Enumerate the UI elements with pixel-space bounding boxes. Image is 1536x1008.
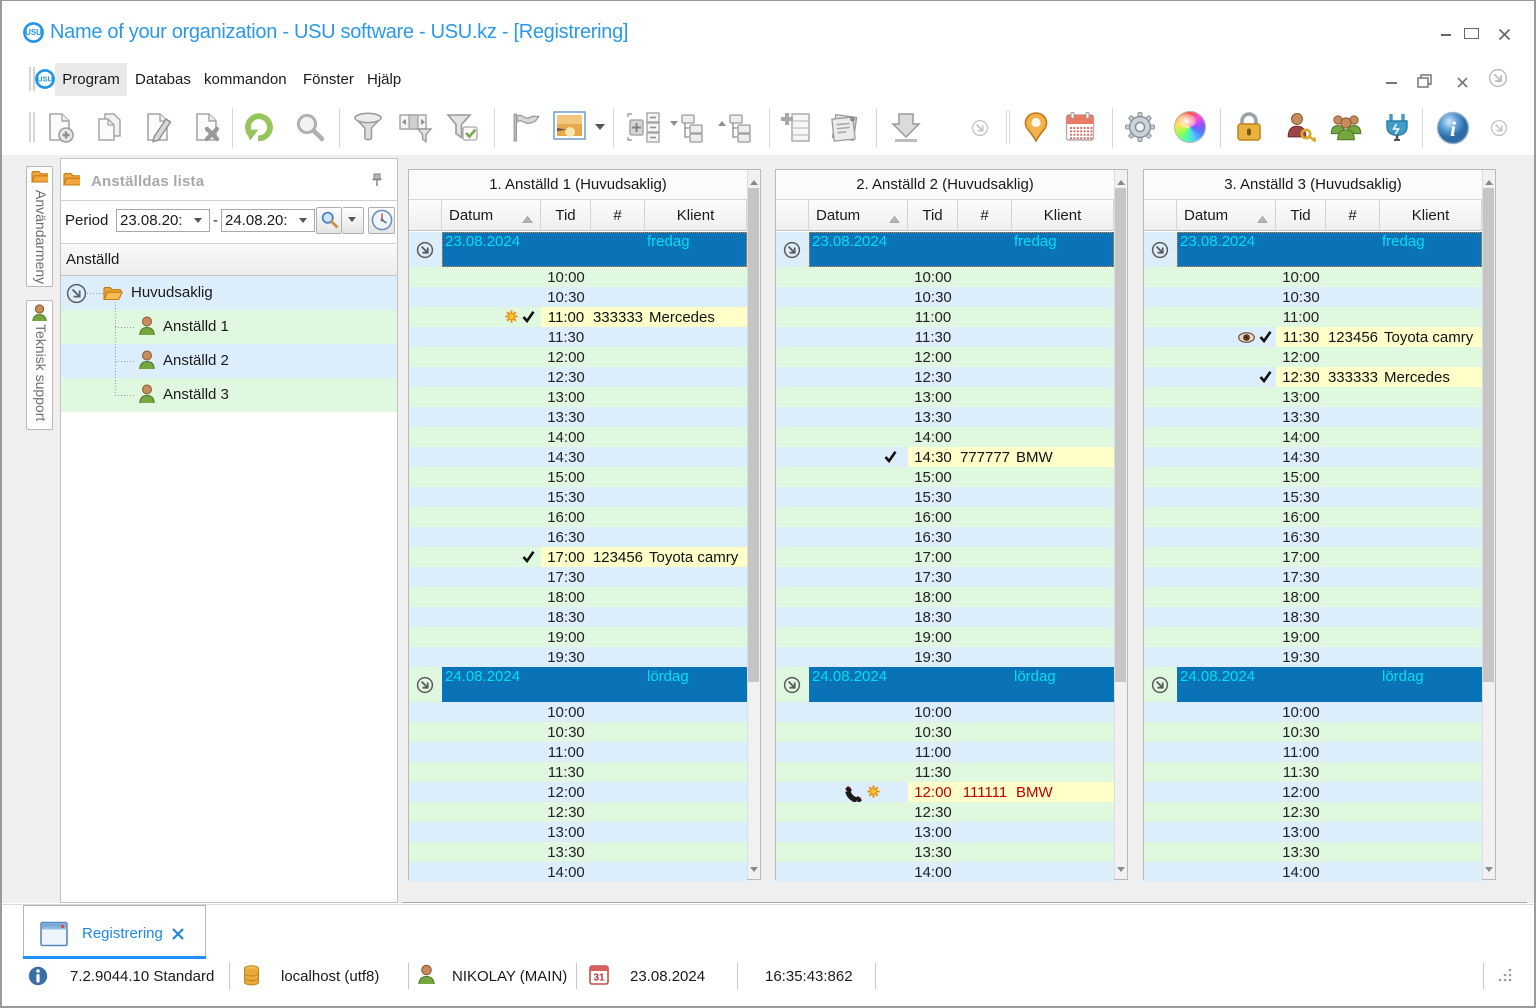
svg-text:USU: USU bbox=[25, 28, 42, 37]
svg-text:31: 31 bbox=[593, 973, 605, 984]
svg-text:USU: USU bbox=[37, 75, 54, 84]
svg-text:i: i bbox=[1450, 117, 1456, 141]
